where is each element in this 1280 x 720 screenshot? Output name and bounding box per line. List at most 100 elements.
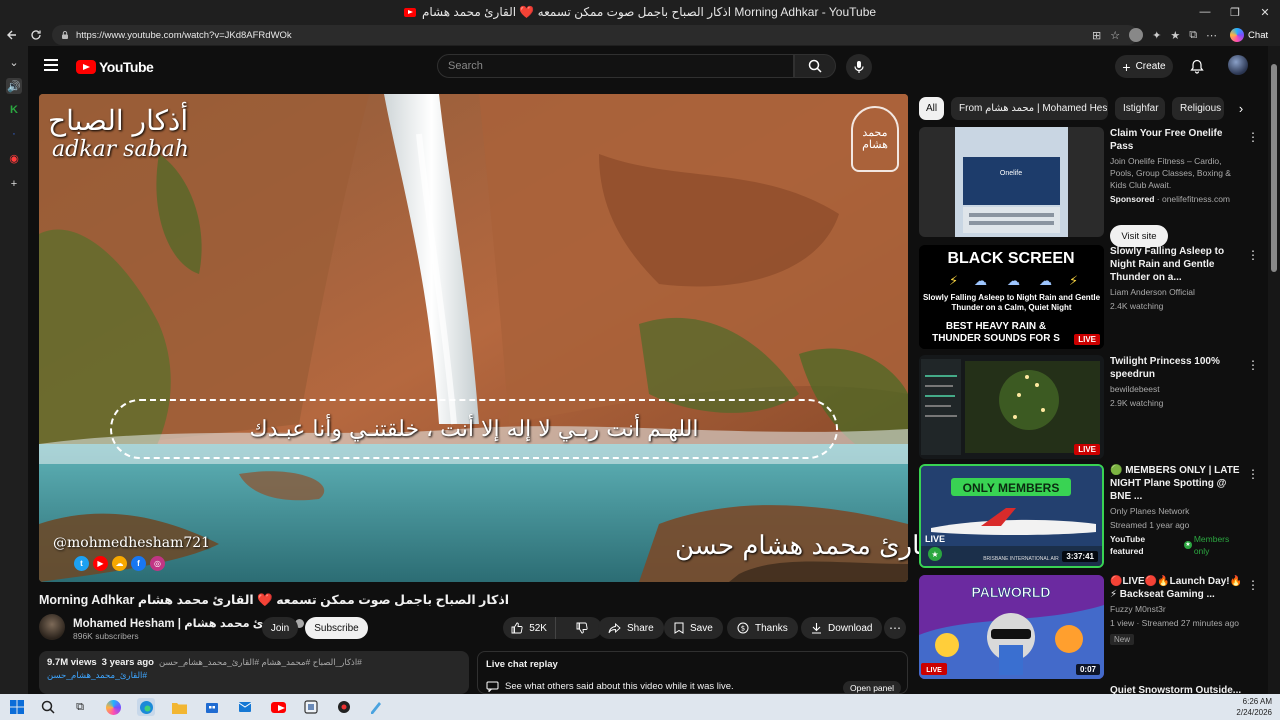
like-button[interactable]: 52K: [503, 617, 557, 639]
subscribe-button[interactable]: Subscribe: [305, 617, 368, 639]
chevron-down-icon[interactable]: ⌄: [6, 54, 22, 70]
refresh-button[interactable]: [24, 24, 48, 46]
tab-audio-icon[interactable]: 🔊: [6, 78, 22, 94]
app-window-icon[interactable]: [302, 698, 320, 716]
youtube-logo[interactable]: YouTube: [76, 59, 154, 75]
copilot-taskbar-icon[interactable]: [104, 698, 122, 716]
account-avatar[interactable]: [1228, 55, 1248, 75]
live-badge: LIVE: [1074, 334, 1100, 345]
rec-menu-kebab-icon[interactable]: ⋮: [1247, 578, 1259, 592]
rec-menu-kebab-icon[interactable]: ⋮: [1247, 248, 1259, 262]
minimize-button[interactable]: —: [1190, 0, 1220, 24]
rec-title[interactable]: 🔴LIVE🔴🔥Launch Day!🔥⚡ Backseat Gaming ...: [1110, 575, 1245, 601]
favorites-icon[interactable]: ★: [1170, 29, 1180, 42]
chips-next-chevron-icon[interactable]: ›: [1230, 97, 1252, 120]
thanks-button[interactable]: $ Thanks: [727, 617, 798, 639]
join-button[interactable]: Join: [262, 617, 298, 639]
rec-title[interactable]: Quiet Snowstorm Outside...: [1110, 684, 1245, 694]
new-tab-plus-icon[interactable]: +: [6, 176, 22, 192]
open-panel-button[interactable]: Open panel: [843, 681, 901, 693]
edge-browser-icon[interactable]: [137, 698, 155, 716]
svg-text:☁: ☁: [1007, 273, 1020, 288]
page-scrollbar[interactable]: [1268, 46, 1280, 694]
maximize-button[interactable]: ❐: [1220, 0, 1250, 24]
windows-start-icon[interactable]: [8, 698, 26, 716]
tab-record-icon[interactable]: ◉: [6, 150, 22, 166]
share-button[interactable]: Share: [598, 617, 664, 639]
share-arrow-icon: [608, 622, 621, 633]
rec-channel[interactable]: Only Planes Network: [1110, 505, 1245, 517]
rec-title[interactable]: Twilight Princess 100% speedrun: [1110, 355, 1245, 381]
save-button[interactable]: Save: [664, 617, 723, 639]
extensions-icon[interactable]: ✦: [1152, 29, 1161, 42]
rec-title[interactable]: Slowly Falling Asleep to Night Rain and …: [1110, 245, 1245, 284]
ad-menu-kebab-icon[interactable]: ⋮: [1247, 130, 1259, 144]
overlay-title-arabic: أذكار الصباح: [48, 104, 189, 137]
tab-blue-app-icon[interactable]: ·: [6, 126, 22, 142]
channel-avatar[interactable]: [39, 614, 65, 640]
search-taskbar-icon[interactable]: [39, 698, 57, 716]
rec-channel[interactable]: Fuzzy M0nst3r: [1110, 603, 1245, 615]
chip-religious[interactable]: Religious: [1172, 97, 1224, 120]
video-thumbnail[interactable]: BLACK SCREEN ⚡ ☁ ☁ ☁ ⚡ Slowly Falling Asleep…: [919, 245, 1104, 349]
voice-search-button[interactable]: [846, 54, 872, 80]
description-box[interactable]: 9.7M views 3 years ago #اذكار_الصباح #مح…: [39, 651, 469, 694]
menu-hamburger-icon[interactable]: [44, 59, 58, 71]
hashtag-link[interactable]: #القارئ_محمد_هشام_حسن: [47, 670, 461, 681]
ad-title[interactable]: Claim Your Free Onelife Pass: [1110, 127, 1245, 153]
recorder-app-icon[interactable]: [335, 698, 353, 716]
download-button[interactable]: Download: [801, 617, 883, 639]
youtube-taskbar-icon[interactable]: [269, 698, 287, 716]
video-frame-waterfall: [39, 94, 908, 582]
chip-istighfar[interactable]: Istighfar: [1115, 97, 1165, 120]
app-available-icon[interactable]: ⊞: [1092, 29, 1101, 42]
ad-thumbnail[interactable]: Onelife: [919, 127, 1104, 237]
store-icon[interactable]: [203, 698, 221, 716]
search-input[interactable]: Search: [437, 54, 794, 78]
tab-green-app-icon[interactable]: K: [6, 102, 22, 118]
youtube-header: YouTube Search + Create: [28, 46, 1268, 88]
bookmark-icon: [674, 622, 684, 634]
visit-site-button[interactable]: Visit site: [1110, 225, 1168, 247]
task-view-icon[interactable]: ⧉: [71, 698, 89, 716]
close-window-button[interactable]: ✕: [1250, 0, 1280, 24]
back-button[interactable]: [0, 24, 24, 46]
favorite-star-icon[interactable]: ☆: [1110, 29, 1120, 42]
chip-from-channel[interactable]: From محمد هشام | Mohamed Hesham: [951, 97, 1108, 120]
dislike-button[interactable]: [562, 617, 602, 639]
rec-channel[interactable]: Liam Anderson Official: [1110, 286, 1245, 298]
rec-menu-kebab-icon[interactable]: ⋮: [1247, 467, 1259, 481]
outlook-icon[interactable]: [236, 698, 254, 716]
video-player[interactable]: [39, 94, 908, 582]
recommendation-item[interactable]: PALWORLD LIVE 0:07 🔴LIVE🔴🔥Launch Day!🔥⚡ …: [919, 575, 1261, 679]
recommendation-ad[interactable]: Onelife Claim Your Free Onelife Pass Joi…: [919, 127, 1261, 247]
collections-icon[interactable]: ⧉: [1189, 29, 1197, 42]
create-button[interactable]: + Create: [1115, 55, 1173, 78]
download-label: Download: [828, 622, 873, 634]
rec-menu-kebab-icon[interactable]: ⋮: [1247, 358, 1259, 372]
new-badge: New: [1110, 634, 1135, 645]
rec-title[interactable]: 🟢 MEMBERS ONLY | LATE NIGHT Plane Spotti…: [1110, 464, 1245, 503]
recommendation-item[interactable]: ONLY MEMBERS LIVE ★ BRISBANE INTERNATION…: [919, 464, 1261, 570]
video-thumbnail[interactable]: ONLY MEMBERS LIVE ★ BRISBANE INTERNATION…: [919, 464, 1104, 568]
copilot-chat-button[interactable]: Chat: [1230, 28, 1268, 42]
recommendation-item[interactable]: Quiet Snowstorm Outside...: [919, 684, 1261, 694]
more-actions-button[interactable]: ⋯: [884, 617, 906, 639]
notes-app-icon[interactable]: [367, 698, 385, 716]
settings-more-icon[interactable]: ⋯: [1206, 29, 1217, 42]
recommendation-item[interactable]: BLACK SCREEN ⚡ ☁ ☁ ☁ ⚡ Slowly Falling Asleep…: [919, 245, 1261, 349]
taskbar-clock[interactable]: 6:26 AM 2/24/2026: [1236, 696, 1272, 718]
rec-channel[interactable]: bewildebeest: [1110, 383, 1245, 395]
url-field[interactable]: https://www.youtube.com/watch?v=JKd8AFRd…: [52, 25, 1138, 45]
chip-all[interactable]: All: [919, 97, 944, 120]
members-star-icon: ★: [1184, 541, 1192, 549]
overlay-reciter-name: القارئ محمد هشام حسن: [675, 531, 949, 561]
notifications-bell-icon[interactable]: [1188, 57, 1206, 75]
video-thumbnail[interactable]: LIVE: [919, 355, 1104, 459]
video-thumbnail[interactable]: PALWORLD LIVE 0:07: [919, 575, 1104, 679]
scrollbar-thumb[interactable]: [1271, 64, 1277, 272]
recommendation-item[interactable]: LIVE Twilight Princess 100% speedrun bew…: [919, 355, 1261, 459]
profile-avatar[interactable]: [1129, 28, 1144, 42]
file-explorer-icon[interactable]: [170, 698, 188, 716]
search-button[interactable]: [794, 54, 836, 78]
